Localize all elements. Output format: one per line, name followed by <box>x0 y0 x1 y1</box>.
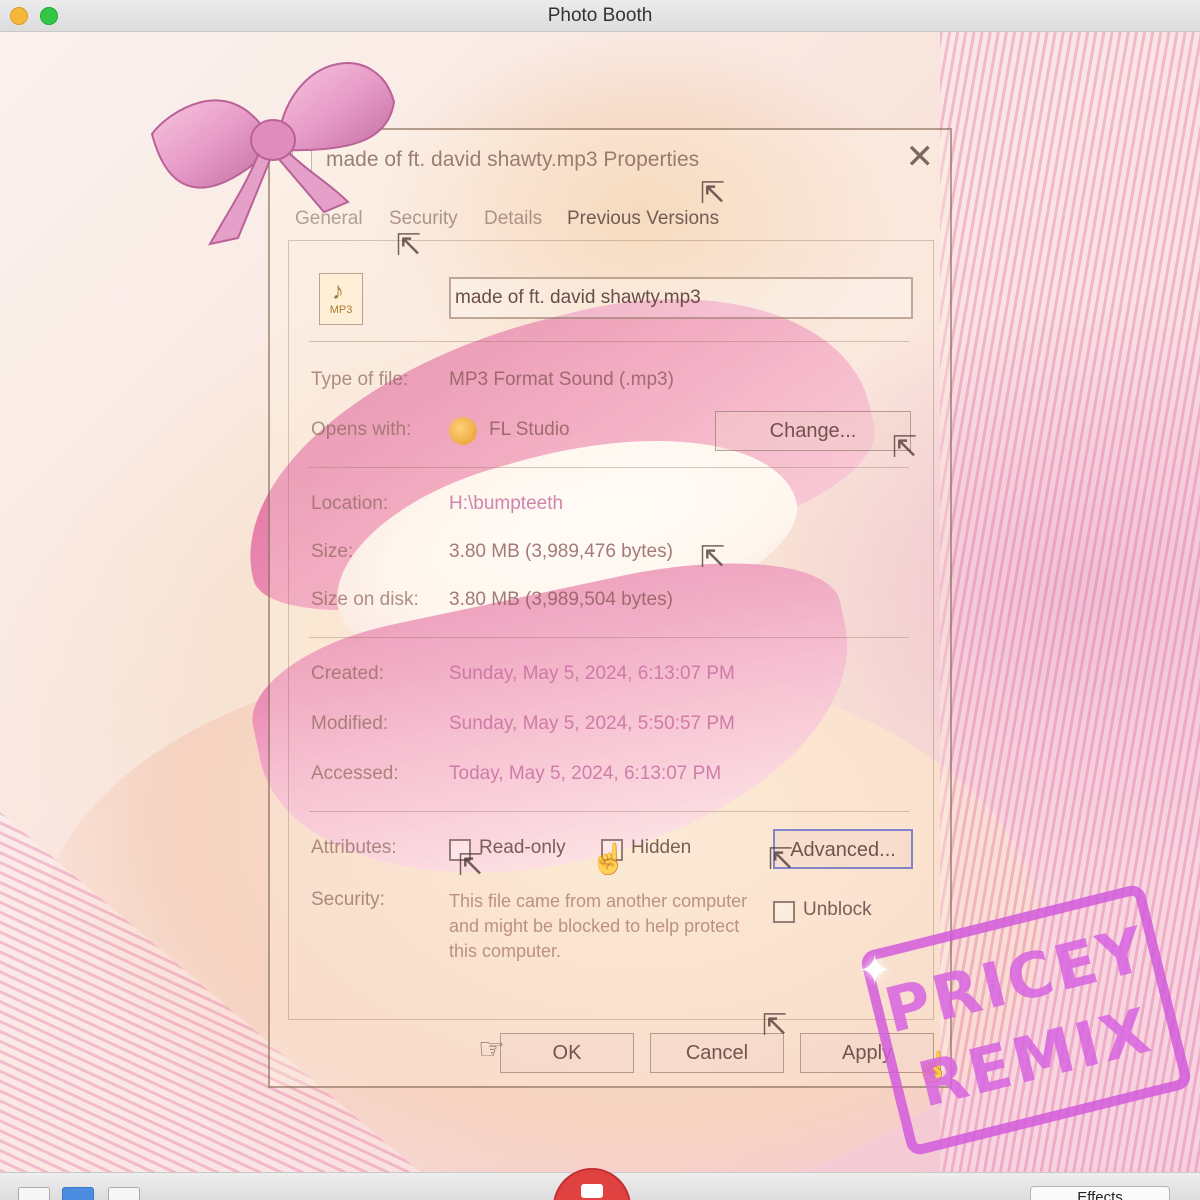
opens-with-label: Opens with: <box>311 419 412 440</box>
fl-studio-icon <box>449 417 477 445</box>
pointing-hand-icon: ☞ <box>478 1033 505 1066</box>
location-value: H:\bumpteeth <box>449 493 564 514</box>
mouse-pointer-icon: ⇱ <box>396 229 422 262</box>
security-message: This file came from another computer and… <box>449 891 748 961</box>
sparkle-icon: ✦ <box>858 949 892 993</box>
file-name-input[interactable] <box>449 277 913 319</box>
tab-security[interactable]: Security <box>389 208 458 230</box>
size-label: Size: <box>311 541 354 562</box>
security-label: Security: <box>311 889 385 910</box>
opens-with-value: FL Studio <box>489 419 570 440</box>
mouse-pointer-icon: ⇱ <box>768 843 794 876</box>
unblock-checkbox[interactable] <box>773 901 795 923</box>
window-titlebar: Photo Booth <box>0 0 1200 32</box>
change-button[interactable]: Change... <box>715 411 911 451</box>
general-panel: ♪ MP3 Type of file: MP3 Format Sound (.m… <box>288 240 934 1020</box>
grid-view-icon[interactable] <box>18 1187 50 1200</box>
created-label: Created: <box>311 663 384 684</box>
type-label: Type of file: <box>311 369 409 390</box>
unblock-label: Unblock <box>803 899 872 920</box>
effects-button[interactable]: Effects <box>1030 1186 1170 1200</box>
zoom-button[interactable] <box>40 7 58 25</box>
window-title: Photo Booth <box>547 5 653 26</box>
size-on-disk-label: Size on disk: <box>311 589 419 610</box>
created-value: Sunday, May 5, 2024, 6:13:07 PM <box>449 663 735 684</box>
location-label: Location: <box>311 493 389 514</box>
close-icon[interactable]: ✕ <box>906 140 935 174</box>
mouse-pointer-icon: ⇱ <box>458 849 484 882</box>
mouse-pointer-icon: ⇱ <box>700 177 726 210</box>
tab-previous-versions[interactable]: Previous Versions <box>567 208 719 230</box>
mouse-pointer-icon: ⇱ <box>892 431 918 464</box>
ok-button[interactable]: OK <box>500 1033 634 1073</box>
size-value: 3.80 MB (3,989,476 bytes) <box>449 541 673 562</box>
read-only-label: Read-only <box>479 837 566 858</box>
advanced-button[interactable]: Advanced... <box>773 829 913 869</box>
minimize-button[interactable] <box>10 7 28 25</box>
accessed-value: Today, May 5, 2024, 6:13:07 PM <box>449 763 722 784</box>
separator <box>309 811 909 812</box>
attributes-label: Attributes: <box>311 837 397 858</box>
modified-label: Modified: <box>311 713 389 734</box>
properties-dialog: made of ft. david shawty.mp3 Properties … <box>268 128 952 1088</box>
pink-bow-icon <box>150 62 396 246</box>
mouse-pointer-icon: ⇱ <box>700 541 726 574</box>
mouse-pointer-icon: ⇱ <box>762 1009 788 1042</box>
separator <box>309 467 909 468</box>
size-on-disk-value: 3.80 MB (3,989,504 bytes) <box>449 589 673 610</box>
mp3-file-icon: ♪ MP3 <box>319 273 363 325</box>
accessed-label: Accessed: <box>311 763 399 784</box>
strip-view-icon[interactable] <box>108 1187 140 1200</box>
single-view-icon[interactable] <box>62 1187 94 1200</box>
tab-details[interactable]: Details <box>484 208 542 230</box>
separator <box>309 341 909 342</box>
separator <box>309 637 909 638</box>
type-value: MP3 Format Sound (.mp3) <box>449 369 674 390</box>
pointing-hand-icon: ☝ <box>590 843 628 876</box>
hidden-label: Hidden <box>631 837 692 858</box>
modified-value: Sunday, May 5, 2024, 5:50:57 PM <box>449 713 735 734</box>
